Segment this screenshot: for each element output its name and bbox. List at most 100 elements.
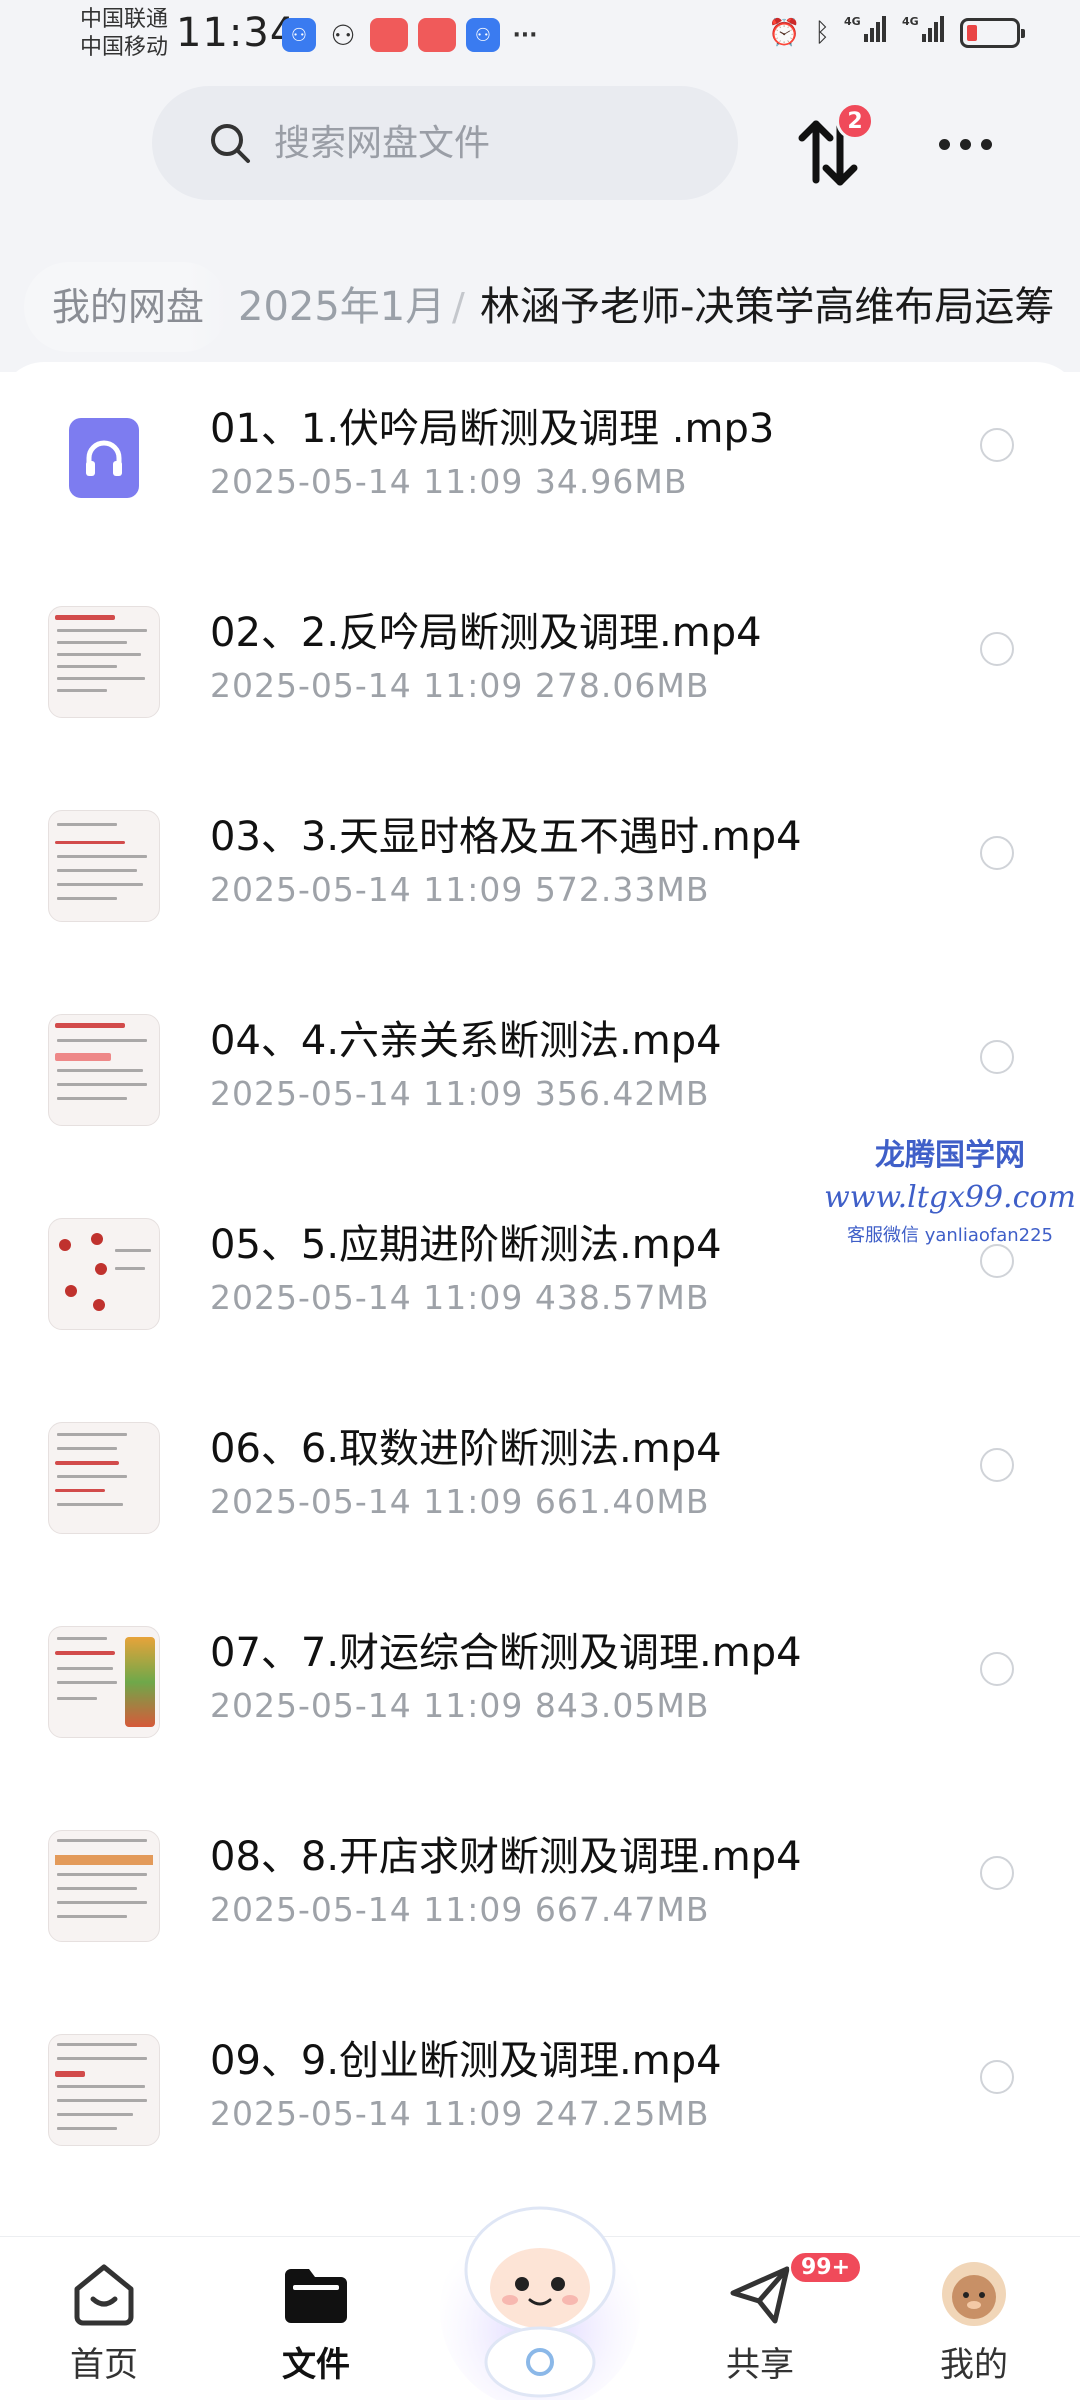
signal-icon: 4G	[844, 14, 888, 51]
breadcrumb: 2025年1月 我的网盘 / 林涵予老师-决策学高维布局运筹	[0, 262, 1080, 352]
watermark-url: www.ltgx99.com	[824, 1180, 1076, 1215]
select-radio[interactable]	[980, 1856, 1014, 1890]
nav-home-label: 首页	[70, 2345, 138, 2385]
file-date: 2025-05-14 11:09	[210, 666, 524, 705]
file-meta: 2025-05-14 11:09 356.42MB	[210, 1074, 709, 1113]
nav-mine-label: 我的	[940, 2345, 1008, 2385]
file-size: 438.57MB	[534, 1278, 710, 1317]
bluetooth-icon: ᛒ	[814, 17, 830, 48]
carrier-1: 中国联通	[80, 7, 169, 32]
video-file-thumbnail	[48, 1218, 160, 1330]
file-size: 661.40MB	[534, 1482, 710, 1521]
avatar	[939, 2259, 1009, 2329]
file-name: 07、7.财运综合断测及调理.mp4	[210, 1630, 802, 1676]
file-meta: 2025-05-14 11:09 843.05MB	[210, 1686, 709, 1725]
nav-share-label: 共享	[726, 2345, 794, 2385]
file-row[interactable]: 02、2.反吟局断测及调理.mp4 2025-05-14 11:09 278.0…	[0, 566, 1080, 770]
video-file-thumbnail	[48, 810, 160, 922]
file-name: 01、1.伏吟局断测及调理 .mp3	[210, 406, 775, 452]
video-file-thumbnail	[48, 1422, 160, 1534]
nav-share[interactable]: 99+ 共享	[690, 2251, 863, 2386]
file-size: 667.47MB	[534, 1890, 710, 1929]
file-date: 2025-05-14 11:09	[210, 2094, 524, 2133]
file-name: 08、8.开店求财断测及调理.mp4	[210, 1834, 802, 1880]
file-date: 2025-05-14 11:09	[210, 462, 524, 501]
video-file-thumbnail	[48, 1014, 160, 1126]
file-name: 02、2.反吟局断测及调理.mp4	[210, 610, 762, 656]
video-file-thumbnail	[48, 1626, 160, 1738]
more-dot	[959, 138, 971, 150]
paper-plane-icon: 99+	[725, 2251, 863, 2329]
select-radio[interactable]	[980, 632, 1014, 666]
select-radio[interactable]	[980, 1040, 1014, 1074]
file-name: 09、9.创业断测及调理.mp4	[210, 2038, 722, 2084]
notification-icons: ⚇ ⚇ ⚇ ···	[282, 18, 540, 52]
file-meta: 2025-05-14 11:09 661.40MB	[210, 1482, 709, 1521]
select-radio[interactable]	[980, 836, 1014, 870]
nav-files-label: 文件	[282, 2345, 350, 2385]
assistant-mascot-button[interactable]	[430, 2180, 650, 2400]
more-dot	[980, 138, 992, 150]
file-meta: 2025-05-14 11:09 34.96MB	[210, 462, 687, 501]
nav-home[interactable]: 首页	[34, 2259, 174, 2386]
system-icons: ⏰ ᛒ 4G 4G	[768, 14, 1025, 51]
file-row[interactable]: 07、7.财运综合断测及调理.mp4 2025-05-14 11:09 843.…	[0, 1586, 1080, 1790]
select-radio[interactable]	[980, 2060, 1014, 2094]
home-icon	[69, 2259, 139, 2329]
breadcrumb-current: 林涵予老师-决策学高维布局运筹	[480, 284, 1055, 330]
more-dot	[938, 138, 950, 150]
file-size: 572.33MB	[534, 870, 710, 909]
breadcrumb-root[interactable]: 我的网盘	[24, 262, 229, 352]
file-meta: 2025-05-14 11:09 667.47MB	[210, 1890, 709, 1929]
select-radio[interactable]	[980, 1652, 1014, 1686]
carrier-info: 中国联通 中国移动	[80, 6, 168, 62]
file-row[interactable]: 03、3.天显时格及五不遇时.mp4 2025-05-14 11:09 572.…	[0, 770, 1080, 974]
search-bar[interactable]	[152, 86, 738, 200]
file-row[interactable]: 09、9.创业断测及调理.mp4 2025-05-14 11:09 247.25…	[0, 1994, 1080, 2198]
file-row[interactable]: 01、1.伏吟局断测及调理 .mp3 2025-05-14 11:09 34.9…	[0, 362, 1080, 566]
clock: 11:34	[176, 10, 297, 56]
file-size: 34.96MB	[534, 462, 688, 501]
svg-text:4G: 4G	[902, 15, 919, 28]
status-bar: 中国联通 中国移动 11:34 ⚇ ⚇ ⚇ ··· ⏰ ᛒ 4G 4G	[0, 0, 1080, 72]
watermark-contact: 客服微信 yanliaofan225	[847, 1225, 1053, 1246]
file-row[interactable]: 08、8.开店求财断测及调理.mp4 2025-05-14 11:09 667.…	[0, 1790, 1080, 1994]
select-radio[interactable]	[980, 428, 1014, 462]
search-input[interactable]	[274, 122, 654, 164]
more-options-button[interactable]	[930, 124, 1000, 164]
select-radio[interactable]	[980, 1244, 1014, 1278]
file-date: 2025-05-14 11:09	[210, 1890, 524, 1929]
file-size: 356.42MB	[534, 1074, 710, 1113]
transfer-button[interactable]: 2	[796, 102, 874, 192]
file-meta: 2025-05-14 11:09 572.33MB	[210, 870, 709, 909]
alarm-icon: ⏰	[768, 17, 801, 48]
header: 2 2025年1月 我的网盘 / 林涵予老师-决策学高维布局运筹	[0, 72, 1080, 372]
file-date: 2025-05-14 11:09	[210, 1074, 524, 1113]
app-notification-icon: ⚇	[282, 18, 316, 52]
carrier-2: 中国移动	[80, 35, 169, 60]
video-file-thumbnail	[48, 606, 160, 718]
app-notification-icon: ⚇	[466, 18, 500, 52]
file-meta: 2025-05-14 11:09 247.25MB	[210, 2094, 709, 2133]
file-name: 03、3.天显时格及五不遇时.mp4	[210, 814, 802, 860]
video-file-thumbnail	[48, 1830, 160, 1942]
watermark: 龙腾国学网 www.ltgx99.com 客服微信 yanliaofan225	[820, 1130, 1080, 1247]
video-file-thumbnail	[48, 2034, 160, 2146]
file-size: 278.06MB	[534, 666, 710, 705]
nav-files[interactable]: 文件	[246, 2259, 386, 2386]
file-meta: 2025-05-14 11:09 438.57MB	[210, 1278, 709, 1317]
file-date: 2025-05-14 11:09	[210, 1278, 524, 1317]
file-name: 06、6.取数进阶断测法.mp4	[210, 1426, 722, 1472]
share-badge: 99+	[789, 2251, 863, 2284]
file-date: 2025-05-14 11:09	[210, 1482, 524, 1521]
app-notification-icon: ⚇	[330, 18, 356, 52]
huawei-notification-icon	[418, 18, 456, 52]
audio-file-thumbnail	[48, 402, 160, 514]
breadcrumb-separator: /	[452, 285, 465, 329]
breadcrumb-folder[interactable]: 2025年1月	[238, 262, 445, 352]
file-date: 2025-05-14 11:09	[210, 870, 524, 909]
file-row[interactable]: 06、6.取数进阶断测法.mp4 2025-05-14 11:09 661.40…	[0, 1382, 1080, 1586]
nav-mine[interactable]: 我的	[904, 2259, 1044, 2386]
huawei-notification-icon	[370, 18, 408, 52]
select-radio[interactable]	[980, 1448, 1014, 1482]
